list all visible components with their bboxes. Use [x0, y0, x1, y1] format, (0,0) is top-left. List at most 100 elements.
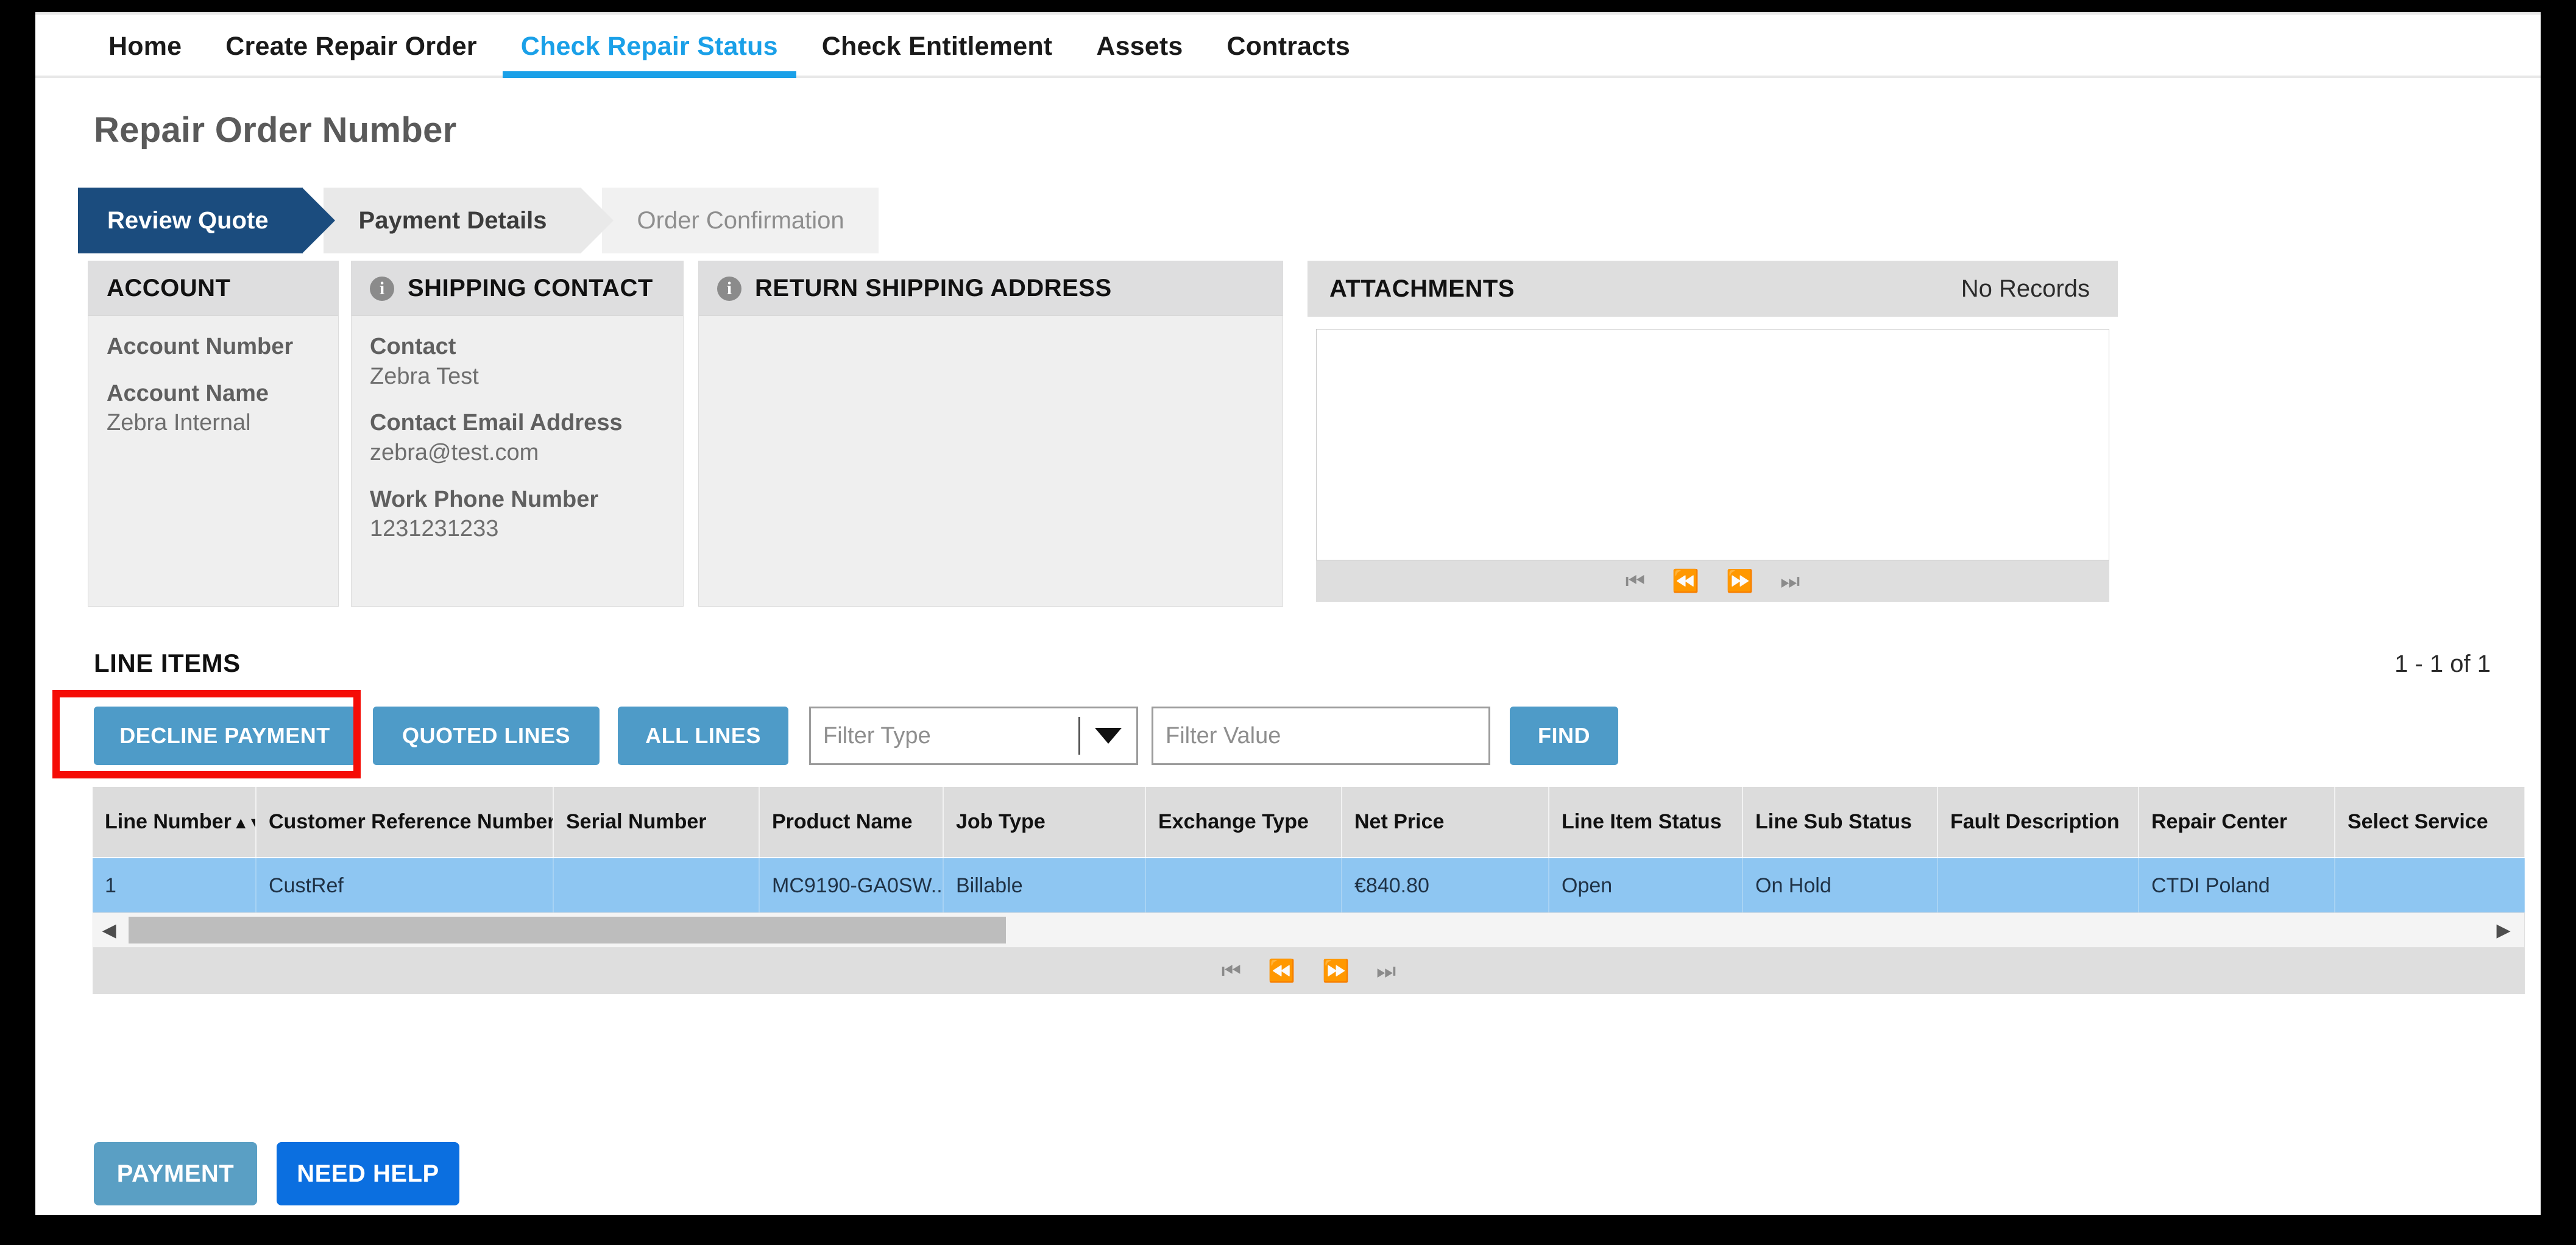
column-label: Product Name: [772, 810, 913, 833]
nav-item-label: Check Entitlement: [821, 31, 1053, 61]
column-header-net-price[interactable]: Net Price: [1342, 787, 1549, 858]
attachments-panel: ATTACHMENTS No Records ⏮ ⏪ ⏩ ⏭: [1307, 261, 2118, 602]
cell-net-price: €840.80: [1342, 858, 1549, 914]
account-card-title: ACCOUNT: [107, 275, 231, 302]
scroll-right-icon[interactable]: ▶: [2488, 920, 2519, 941]
info-icon[interactable]: i: [370, 276, 394, 301]
table-header-row: Line Number▲▼ Customer Reference Number …: [93, 787, 2525, 858]
column-header-fault-description[interactable]: Fault Description: [1937, 787, 2139, 858]
line-items-pager: ⏮ ⏪ ⏩ ⏭: [93, 948, 2525, 994]
scroll-left-icon[interactable]: ◀: [93, 920, 125, 941]
field-contact-email-address: Contact Email Address zebra@test.com: [370, 408, 665, 467]
column-label: Fault Description: [1950, 810, 2120, 833]
filter-value-input[interactable]: [1152, 707, 1490, 765]
nav-list: Home Create Repair Order Check Repair St…: [87, 15, 1372, 78]
nav-item-check-repair-status[interactable]: Check Repair Status: [499, 15, 800, 78]
field-value: Zebra Test: [370, 363, 479, 389]
wizard-step-label: Review Quote: [107, 206, 269, 234]
return-shipping-address-card-header: i RETURN SHIPPING ADDRESS: [699, 261, 1283, 316]
wizard-steps: Review Quote Payment Details Order Confi…: [78, 188, 879, 253]
wizard-step-label: Payment Details: [358, 206, 547, 234]
wizard-step-label: Order Confirmation: [637, 206, 844, 234]
field-label: Work Phone Number: [370, 486, 599, 512]
wizard-step-review-quote[interactable]: Review Quote: [78, 188, 334, 253]
column-label: Line Sub Status: [1755, 810, 1912, 833]
field-contact: Contact Zebra Test: [370, 332, 665, 391]
first-page-icon[interactable]: ⏮: [1626, 570, 1645, 592]
next-page-icon[interactable]: ⏩: [1322, 960, 1350, 982]
last-page-icon[interactable]: ⏭: [1376, 960, 1396, 982]
account-card: ACCOUNT Account Number Account Name Zebr…: [88, 261, 339, 607]
column-label: Line Item Status: [1562, 810, 1722, 833]
nav-item-label: Contracts: [1226, 31, 1351, 61]
chevron-down-icon[interactable]: [1095, 728, 1122, 744]
line-items-title: LINE ITEMS: [94, 649, 241, 677]
nav-item-create-repair-order[interactable]: Create Repair Order: [203, 15, 498, 78]
field-value: 1231231233: [370, 516, 499, 542]
nav-item-check-entitlement[interactable]: Check Entitlement: [800, 15, 1075, 78]
main-navigation: Home Create Repair Order Check Repair St…: [35, 12, 2541, 78]
line-items-table: Line Number▲▼ Customer Reference Number …: [93, 787, 2525, 914]
page-title: Repair Order Number: [94, 110, 457, 150]
wizard-step-order-confirmation[interactable]: Order Confirmation: [601, 188, 879, 253]
column-header-repair-center[interactable]: Repair Center: [2139, 787, 2335, 858]
nav-item-label: Create Repair Order: [225, 31, 477, 61]
column-header-select-service[interactable]: Select Service: [2335, 787, 2525, 858]
attachments-header: ATTACHMENTS No Records: [1307, 261, 2118, 317]
cell-customer-reference-number: CustRef: [256, 858, 554, 914]
table-row[interactable]: 1 CustRef MC9190-GA0SW... Billable €840.…: [93, 858, 2525, 914]
table-horizontal-scrollbar[interactable]: ◀ ▶: [93, 912, 2525, 948]
nav-item-home[interactable]: Home: [87, 15, 203, 78]
decline-payment-button[interactable]: DECLINE PAYMENT: [94, 707, 356, 765]
last-page-icon[interactable]: ⏭: [1780, 570, 1800, 592]
field-label: Account Name: [107, 380, 269, 406]
attachments-pager: ⏮ ⏪ ⏩ ⏭: [1316, 560, 2109, 602]
line-items-toolbar: DECLINE PAYMENT QUOTED LINES ALL LINES F…: [94, 705, 1618, 766]
all-lines-button[interactable]: ALL LINES: [618, 707, 788, 765]
nav-item-contracts[interactable]: Contracts: [1205, 15, 1373, 78]
quoted-lines-button[interactable]: QUOTED LINES: [373, 707, 600, 765]
column-header-exchange-type[interactable]: Exchange Type: [1145, 787, 1342, 858]
need-help-button[interactable]: NEED HELP: [277, 1142, 459, 1205]
next-page-icon[interactable]: ⏩: [1726, 570, 1753, 592]
column-label: Line Number: [105, 810, 232, 833]
account-card-header: ACCOUNT: [88, 261, 338, 316]
application-page: Home Create Repair Order Check Repair St…: [35, 12, 2541, 1215]
cell-exchange-type: [1145, 858, 1342, 914]
previous-page-icon[interactable]: ⏪: [1672, 570, 1699, 592]
first-page-icon[interactable]: ⏮: [1222, 960, 1241, 982]
attachments-list: [1316, 329, 2109, 560]
column-header-line-item-status[interactable]: Line Item Status: [1549, 787, 1743, 858]
column-header-line-sub-status[interactable]: Line Sub Status: [1743, 787, 1938, 858]
column-header-job-type[interactable]: Job Type: [943, 787, 1146, 858]
payment-button[interactable]: PAYMENT: [94, 1142, 257, 1205]
scrollbar-thumb[interactable]: [129, 917, 1006, 943]
field-account-number: Account Number: [107, 332, 320, 362]
column-header-product-name[interactable]: Product Name: [759, 787, 944, 858]
cell-job-type: Billable: [943, 858, 1146, 914]
return-shipping-address-card-title: RETURN SHIPPING ADDRESS: [755, 275, 1112, 302]
column-header-serial-number[interactable]: Serial Number: [553, 787, 760, 858]
column-header-customer-reference-number[interactable]: Customer Reference Number: [256, 787, 554, 858]
info-icon[interactable]: i: [717, 276, 741, 301]
wizard-step-payment-details[interactable]: Payment Details: [323, 188, 614, 253]
field-value: zebra@test.com: [370, 439, 539, 465]
attachments-title: ATTACHMENTS: [1329, 275, 1515, 302]
account-card-body: Account Number Account Name Zebra Intern…: [88, 316, 338, 438]
sort-arrows-icon[interactable]: ▲▼: [233, 814, 255, 832]
nav-item-label: Check Repair Status: [520, 31, 778, 61]
field-label: Contact Email Address: [370, 410, 623, 436]
column-header-line-number[interactable]: Line Number▲▼: [93, 787, 257, 858]
field-label: Account Number: [107, 334, 294, 359]
filter-type-select[interactable]: Filter Type: [809, 707, 1138, 765]
nav-item-assets[interactable]: Assets: [1074, 15, 1205, 78]
column-label: Job Type: [956, 810, 1046, 833]
previous-page-icon[interactable]: ⏪: [1268, 960, 1295, 982]
shipping-contact-card-header: i SHIPPING CONTACT: [352, 261, 683, 316]
record-count: 1 - 1 of 1: [2394, 651, 2491, 677]
column-label: Exchange Type: [1158, 810, 1309, 833]
cell-select-service: [2335, 858, 2525, 914]
find-button[interactable]: FIND: [1510, 707, 1618, 765]
column-label: Repair Center: [2151, 810, 2287, 833]
nav-item-label: Assets: [1096, 31, 1183, 61]
